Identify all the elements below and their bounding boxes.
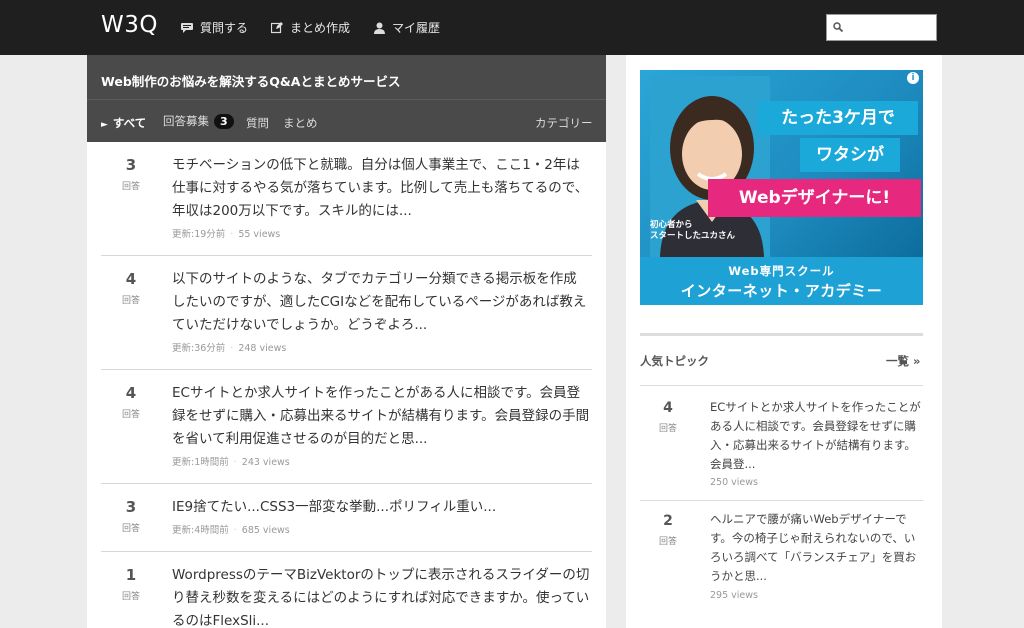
ad-banner[interactable]: i たった3ケ月で ワタシが Webデザイナーに! 初心者から スタートしたユカ… bbox=[640, 70, 923, 305]
answer-count: 3 bbox=[125, 498, 137, 516]
question-item: 3 回答 IE9捨てたい...CSS3一部変な挙動...ポリフィル重い... 更… bbox=[101, 484, 592, 552]
edit-icon bbox=[271, 21, 283, 33]
popular-views: 250 views bbox=[710, 477, 758, 488]
question-updated: 更新:36分前 bbox=[172, 343, 226, 354]
tab-all-label: すべて bbox=[112, 116, 147, 130]
page-title: Web制作のお悩みを解決するQ&Aとまとめサービス bbox=[101, 74, 401, 89]
ad-headline-1: たった3ケ月で bbox=[758, 101, 918, 135]
question-item: 4 回答 以下のサイトのような、タブでカテゴリー分類できる掲示板を作成したいので… bbox=[101, 256, 592, 370]
question-updated: 更新:4時間前 bbox=[172, 525, 229, 536]
question-item: 3 回答 モチベーションの低下と就職。自分は個人事業主で、ここ1・2年は仕事に対… bbox=[101, 142, 592, 256]
meta-separator: · bbox=[230, 343, 234, 354]
popular-topic-link[interactable]: ヘルニアで腰が痛いWebデザイナーです。今の椅子じゃ耐えられないので、いろいろ調… bbox=[710, 510, 922, 586]
question-link[interactable]: 以下のサイトのような、タブでカテゴリー分類できる掲示板を作成したいのですが、適し… bbox=[172, 268, 590, 337]
answer-count-label: 回答 bbox=[121, 592, 140, 602]
question-views: 685 views bbox=[241, 525, 290, 536]
main-content: Web制作のお悩みを解決するQ&Aとまとめサービス ► すべて 回答募集 3 質問 … bbox=[87, 55, 606, 628]
nav-my-history[interactable]: マイ履歴 bbox=[374, 19, 440, 36]
answer-count-label: 回答 bbox=[658, 424, 677, 434]
tab-recruiting[interactable]: 回答募集 3 bbox=[163, 113, 234, 129]
main-header: Web制作のお悩みを解決するQ&Aとまとめサービス ► すべて 回答募集 3 質問 … bbox=[87, 55, 606, 142]
tab-category[interactable]: カテゴリー bbox=[535, 115, 593, 131]
question-link[interactable]: モチベーションの低下と就職。自分は個人事業主で、ここ1・2年は仕事に対するやる気… bbox=[172, 154, 590, 223]
question-meta: 更新:1時間前 · 243 views bbox=[172, 454, 290, 468]
popular-item: 4 回答 ECサイトとか求人サイトを作ったことがある人に相談です。会員登録をせず… bbox=[640, 385, 923, 500]
search-input[interactable] bbox=[847, 17, 933, 38]
question-link[interactable]: Wordpressのテーマ​BizVektorのトップに表示されるスライダーの切… bbox=[172, 564, 590, 628]
question-views: 248 views bbox=[238, 343, 287, 354]
popular-views: 295 views bbox=[710, 590, 758, 601]
site-logo[interactable]: W3Q bbox=[101, 12, 158, 38]
question-link[interactable]: ECサイトとか求人サイトを作ったことがある人に相談です。会員登録をせずに購入・応… bbox=[172, 382, 590, 451]
answer-count-label: 回答 bbox=[121, 524, 140, 534]
user-icon bbox=[374, 22, 385, 34]
top-navbar: W3Q 質問する まとめ作成 マイ履歴 bbox=[0, 0, 1024, 55]
answer-count-label: 回答 bbox=[121, 182, 140, 192]
nav-ask-label: 質問する bbox=[200, 21, 249, 35]
meta-separator: · bbox=[233, 457, 237, 468]
nav-history-label: マイ履歴 bbox=[392, 21, 441, 35]
ad-school-type: Web専門スクール bbox=[728, 264, 835, 278]
meta-separator: · bbox=[233, 525, 237, 536]
popular-item: 2 回答 ヘルニアで腰が痛いWebデザイナーです。今の椅子じゃ耐えられないので、… bbox=[640, 500, 923, 628]
popular-topics-title: 人気トピック bbox=[640, 354, 709, 368]
nav-create-summary[interactable]: まとめ作成 bbox=[271, 19, 350, 36]
ad-caption: 初心者から スタートしたユカさん bbox=[650, 220, 735, 242]
ad-headline-3: Webデザイナーに! bbox=[708, 179, 921, 217]
nav-create-label: まとめ作成 bbox=[290, 21, 351, 35]
popular-topic-link[interactable]: ECサイトとか求人サイトを作ったことがある人に相談です。会員登録をせずに購入・応… bbox=[710, 398, 922, 474]
tab-recruiting-label: 回答募集 bbox=[163, 114, 209, 128]
question-views: 243 views bbox=[241, 457, 290, 468]
meta-separator: · bbox=[230, 229, 234, 240]
ad-bottom-panel: Web専門スクール インターネット・アカデミー bbox=[640, 257, 923, 305]
ad-info-icon[interactable]: i bbox=[907, 72, 919, 84]
answer-count: 2 bbox=[663, 513, 673, 529]
answer-count: 1 bbox=[125, 566, 137, 584]
ad-caption-1: 初心者から bbox=[650, 220, 693, 230]
answer-count: 4 bbox=[125, 270, 137, 288]
chat-icon bbox=[181, 22, 193, 33]
popular-more-link[interactable]: 一覧 » bbox=[886, 353, 920, 369]
answer-count: 3 bbox=[125, 156, 137, 174]
ad-headline-2: ワタシが bbox=[800, 138, 900, 172]
tab-questions[interactable]: 質問 bbox=[246, 115, 269, 131]
search-icon bbox=[833, 22, 843, 32]
ad-school-name: インターネット・アカデミー bbox=[680, 282, 883, 300]
question-item: 1 回答 Wordpressのテーマ​BizVektorのトップに表示されるスラ… bbox=[101, 552, 592, 628]
answer-count-label: 回答 bbox=[121, 296, 140, 306]
sidebar: i たった3ケ月で ワタシが Webデザイナーに! 初心者から スタートしたユカ… bbox=[626, 55, 942, 628]
tab-all[interactable]: ► すべて bbox=[101, 115, 146, 131]
nav-ask-question[interactable]: 質問する bbox=[181, 19, 248, 36]
question-link[interactable]: IE9捨てたい...CSS3一部変な挙動...ポリフィル重い... bbox=[172, 496, 590, 519]
question-updated: 更新:19分前 bbox=[172, 229, 226, 240]
answer-count: 4 bbox=[663, 400, 673, 416]
answer-count-label: 回答 bbox=[658, 537, 677, 547]
search-box[interactable] bbox=[826, 14, 937, 41]
question-updated: 更新:1時間前 bbox=[172, 457, 229, 468]
question-meta: 更新:19分前 · 55 views bbox=[172, 226, 280, 240]
question-meta: 更新:36分前 · 248 views bbox=[172, 340, 286, 354]
filter-tabs: ► すべて 回答募集 3 質問 まとめ カテゴリー bbox=[87, 99, 606, 142]
question-views: 55 views bbox=[238, 229, 281, 240]
answer-count: 4 bbox=[125, 384, 137, 402]
tab-summaries[interactable]: まとめ bbox=[283, 115, 318, 131]
question-item: 4 回答 ECサイトとか求人サイトを作ったことがある人に相談です。会員登録をせず… bbox=[101, 370, 592, 484]
divider bbox=[640, 333, 923, 336]
ad-top-panel: i たった3ケ月で ワタシが Webデザイナーに! 初心者から スタートしたユカ… bbox=[640, 70, 923, 257]
tab-arrow-icon: ► bbox=[101, 120, 108, 130]
ad-caption-2: スタートしたユカさん bbox=[650, 231, 736, 241]
question-meta: 更新:4時間前 · 685 views bbox=[172, 522, 290, 536]
recruiting-count-badge: 3 bbox=[214, 114, 234, 129]
answer-count-label: 回答 bbox=[121, 410, 140, 420]
